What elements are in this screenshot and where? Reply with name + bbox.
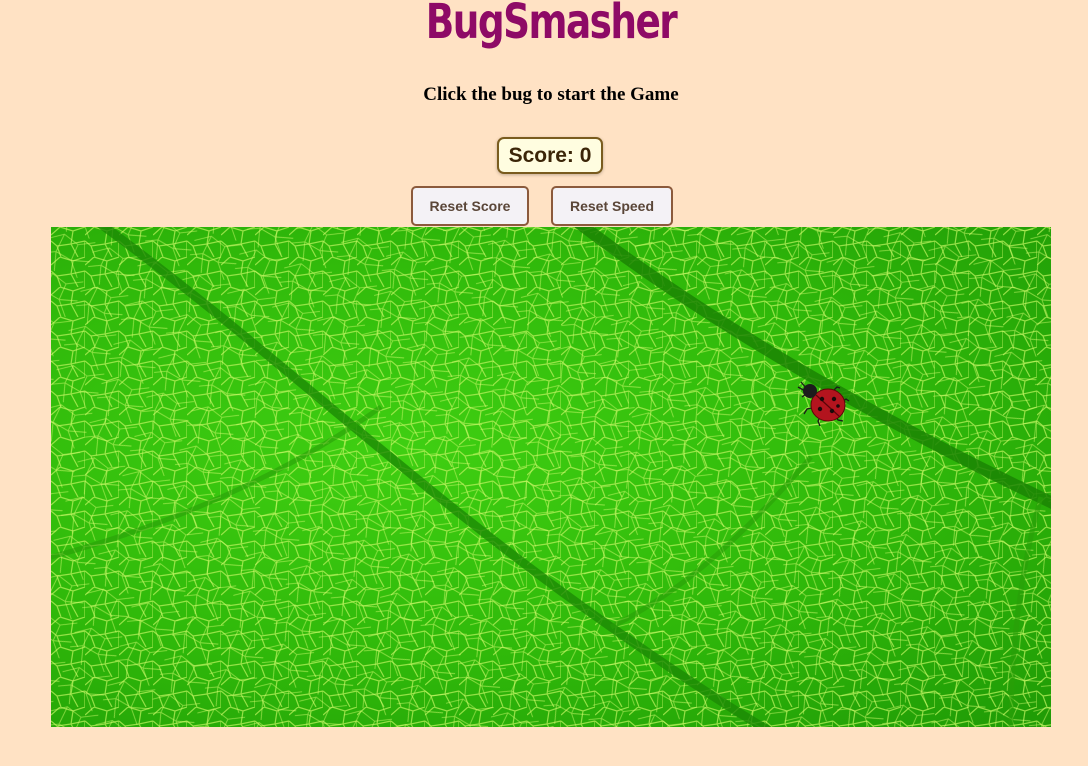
reset-score-button[interactable]: Reset Score xyxy=(411,186,529,226)
ladybug-icon[interactable] xyxy=(794,377,850,427)
score-display: Score: 0 xyxy=(497,137,603,174)
game-title: BugSmasher xyxy=(425,0,678,50)
game-board[interactable] xyxy=(51,227,1051,727)
reset-speed-button[interactable]: Reset Speed xyxy=(551,186,673,226)
leaf-background xyxy=(51,227,1051,727)
instruction-text: Click the bug to start the Game xyxy=(423,84,679,105)
